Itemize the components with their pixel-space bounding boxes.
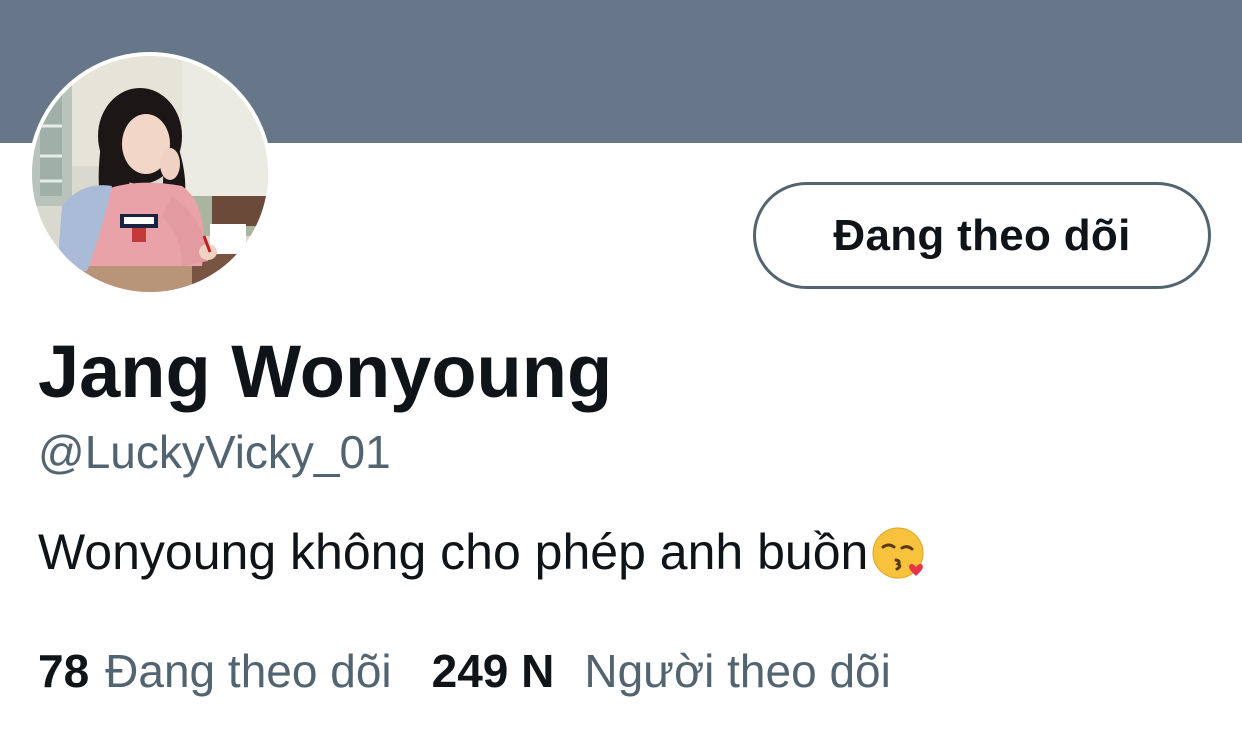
bio: Wonyoung không cho phép anh buồn [38,520,928,584]
profile-stats: 78 Đang theo dõi 249 N Người theo dõi [38,642,891,700]
username-handle: @LuckyVicky_01 [38,426,391,478]
avatar[interactable] [28,52,272,296]
following-button[interactable]: Đang theo dõi [753,182,1211,289]
avatar-photo [32,56,268,292]
face-blowing-a-kiss-icon [870,523,928,581]
bio-text: Wonyoung không cho phép anh buồn [38,524,869,580]
followers-stat[interactable]: 249 N Người theo dõi [432,642,891,700]
following-count: 78 [38,645,90,697]
followers-label: Người theo dõi [584,645,891,697]
following-label: Đang theo dõi [105,645,392,697]
followers-count: 249 N [431,645,555,697]
following-stat[interactable]: 78 Đang theo dõi [38,642,392,700]
display-name: Jang Wonyoung [38,330,613,413]
